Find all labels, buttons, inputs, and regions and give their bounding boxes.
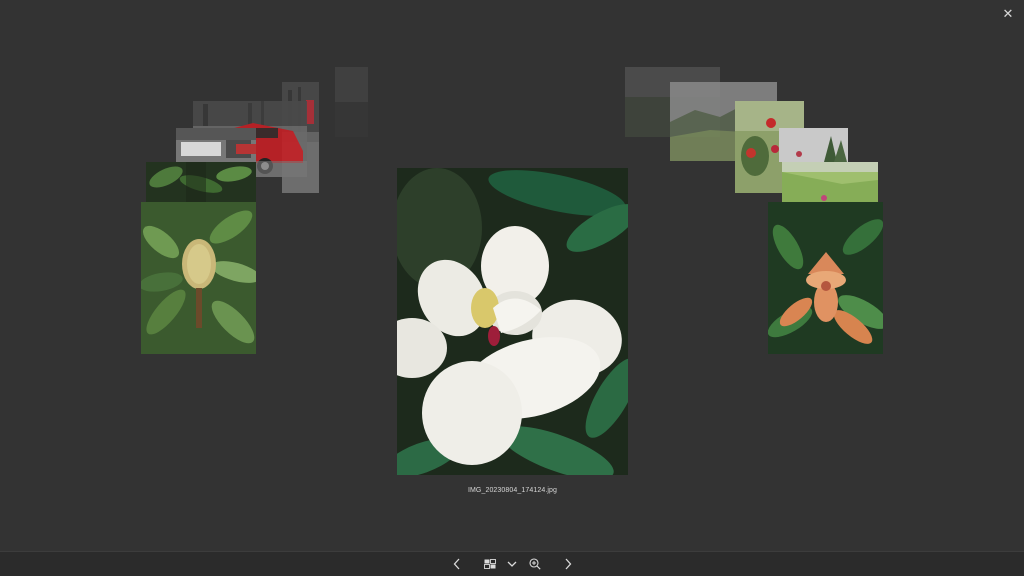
zoom-in-icon — [529, 558, 541, 570]
photo-orange-magnolia — [768, 202, 883, 354]
chevron-right-icon — [565, 558, 572, 570]
photo-meadow-trees — [779, 128, 848, 162]
chevron-left-icon — [453, 558, 460, 570]
thumbnail-magnolia-cone[interactable] — [141, 202, 256, 354]
main-photo[interactable] — [397, 168, 628, 475]
thumbnail-meadow-trees[interactable] — [779, 128, 848, 162]
thumbnail-rainy-street-far[interactable] — [335, 67, 368, 137]
photo-filename: IMG_20230804_174124.jpg — [467, 487, 558, 494]
next-button[interactable] — [561, 556, 575, 572]
previous-button[interactable] — [450, 556, 464, 572]
grid-view-icon — [484, 559, 496, 569]
close-icon: ✕ — [1002, 6, 1014, 21]
bottom-toolbar — [0, 551, 1024, 576]
zoom-button[interactable] — [527, 556, 543, 572]
photo-magnolia-leaves — [146, 162, 256, 202]
photo-magnolia-seed-cone — [141, 202, 256, 354]
thumbnail-meadow[interactable] — [782, 162, 878, 202]
thumbnail-garage[interactable] — [176, 128, 256, 162]
view-mode-button[interactable] — [482, 556, 498, 572]
photo-white-magnolia — [397, 168, 628, 475]
thumbnail-orange-magnolia[interactable] — [768, 202, 883, 354]
photo-rainy-street — [335, 67, 368, 137]
view-mode-dropdown[interactable] — [505, 556, 519, 572]
photo-green-meadow — [782, 162, 878, 202]
photo-garage — [176, 128, 256, 162]
thumbnail-magnolia-leaves-top[interactable] — [146, 162, 256, 202]
chevron-down-icon — [507, 561, 517, 567]
close-button[interactable]: ✕ — [998, 4, 1018, 24]
